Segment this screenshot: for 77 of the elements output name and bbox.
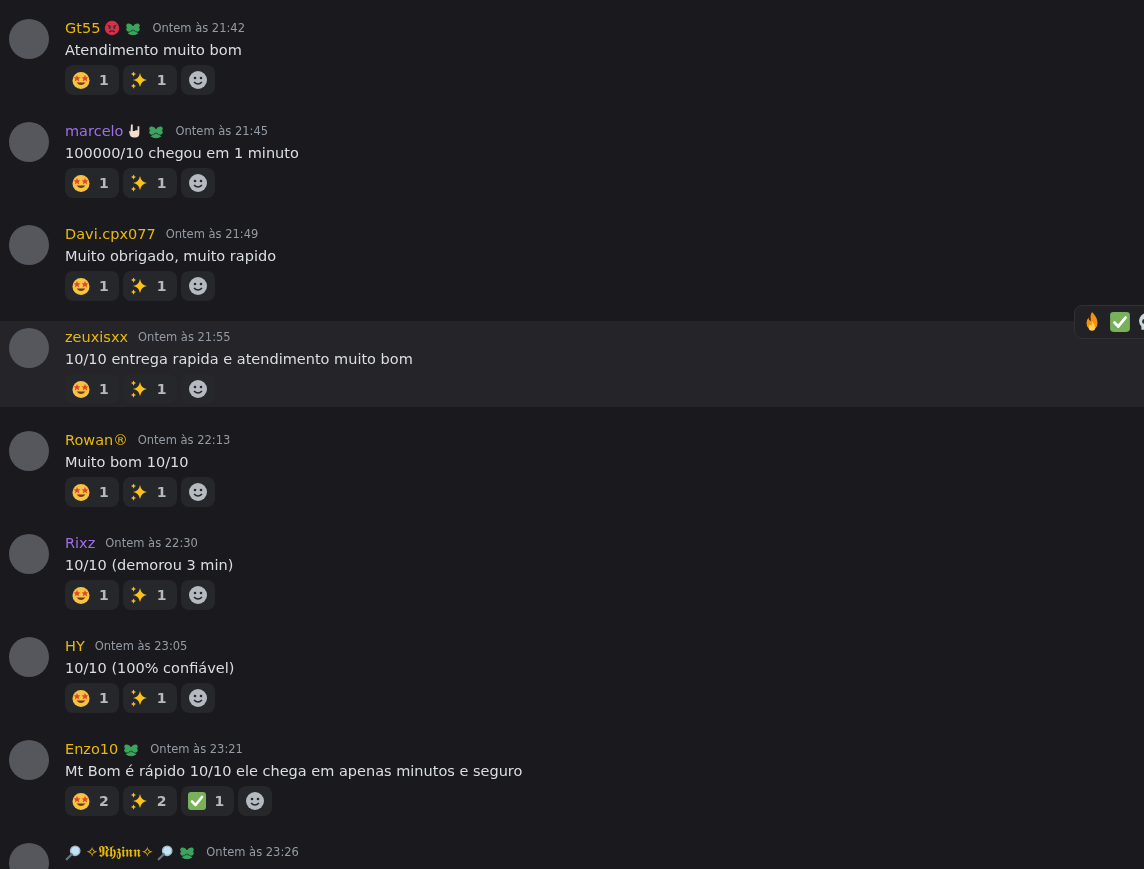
- add-reaction-button[interactable]: [180, 65, 215, 95]
- add-reaction-button[interactable]: [180, 580, 215, 610]
- star-eyes-face-icon: [71, 482, 91, 502]
- timestamp: Ontem às 21:55: [138, 330, 231, 344]
- reaction-button[interactable]: 1: [180, 786, 235, 816]
- avatar[interactable]: [9, 431, 49, 471]
- smiley-icon: [187, 482, 208, 502]
- reaction-button[interactable]: 1: [122, 271, 177, 301]
- timestamp: Ontem às 21:49: [165, 227, 259, 241]
- reaction-button[interactable]: 2: [122, 786, 177, 816]
- magnifier-icon: [65, 843, 82, 861]
- timestamp: Ontem às 22:30: [105, 536, 198, 550]
- avatar[interactable]: [9, 225, 49, 265]
- smiley-icon: [187, 585, 208, 605]
- avatar[interactable]: [9, 19, 49, 59]
- message-text: Muito bom 10/10: [65, 453, 190, 472]
- add-reaction-button[interactable]: [180, 271, 215, 301]
- message-text: Atendimento muito bom: [65, 41, 243, 60]
- reaction-button[interactable]: 1: [122, 580, 177, 610]
- username[interactable]: zeuxisxx: [65, 329, 129, 345]
- smiley-icon: [187, 688, 208, 708]
- message-text: Muito obrigado, muito rapido: [65, 247, 276, 266]
- quick-reaction-button[interactable]: [1109, 311, 1131, 333]
- angry-face-icon: [104, 20, 121, 36]
- star-eyes-face-icon: [71, 688, 91, 708]
- add-reaction-button[interactable]: [180, 168, 215, 198]
- avatar[interactable]: [9, 637, 49, 677]
- message-text: Mt Bom é rápido 10/10 ele chega em apenas minutos e seguro: [65, 762, 523, 781]
- avatar[interactable]: [9, 534, 49, 574]
- timestamp: Ontem às 21:42: [152, 21, 245, 35]
- star-eyes-face-icon: [71, 379, 91, 399]
- check-icon: [1109, 311, 1131, 333]
- timestamp: Ontem às 23:21: [150, 742, 243, 756]
- star-eyes-face-icon: [71, 585, 91, 605]
- reaction-button[interactable]: 1: [65, 580, 119, 610]
- smiley-icon: [187, 379, 208, 399]
- reaction-button[interactable]: 1: [122, 683, 177, 713]
- message-text: 10/10 entrega rapida e atendimento muito bom: [65, 350, 413, 369]
- reaction-button[interactable]: 1: [122, 477, 177, 507]
- smiley-icon: [245, 791, 266, 811]
- username[interactable]: Rixz: [65, 535, 96, 551]
- username[interactable]: marcelo: [65, 123, 124, 139]
- avatar[interactable]: [9, 122, 49, 162]
- star-eyes-face-icon: [71, 173, 91, 193]
- reaction-button[interactable]: 1: [65, 477, 119, 507]
- username[interactable]: Gt55: [65, 20, 101, 36]
- add-reaction-button[interactable]: [180, 477, 215, 507]
- reaction-button[interactable]: 2: [65, 786, 119, 816]
- reaction-button[interactable]: 1: [65, 65, 119, 95]
- reaction-button[interactable]: 1: [65, 271, 119, 301]
- reaction-button[interactable]: 1: [122, 65, 177, 95]
- timestamp: Ontem às 22:13: [137, 433, 231, 447]
- smiley-icon: [187, 173, 208, 193]
- timestamp: Ontem às 21:45: [175, 124, 269, 138]
- reaction-button[interactable]: 1: [65, 168, 119, 198]
- check-icon: [186, 791, 207, 811]
- magnifier-icon: [157, 843, 175, 861]
- reaction-button[interactable]: 1: [122, 168, 177, 198]
- add-reaction-button[interactable]: [238, 786, 273, 816]
- timestamp: Ontem às 23:05: [94, 639, 188, 653]
- message-text: 100000/10 chegou em 1 minuto: [65, 144, 299, 163]
- username[interactable]: Davi.cpx077: [65, 226, 156, 242]
- timestamp: Ontem às 23:26: [206, 845, 299, 859]
- star-eyes-face-icon: [71, 276, 91, 296]
- username[interactable]: Enzo10: [65, 741, 119, 757]
- username[interactable]: HY: [65, 638, 85, 654]
- avatar[interactable]: [9, 740, 49, 780]
- smiley-icon: [187, 70, 208, 90]
- username[interactable]: ✧𝕹𝖍𝖟𝖎𝖓𝖓✧: [86, 843, 154, 861]
- username[interactable]: Rowan®: [65, 432, 128, 448]
- message-text: 10/10 (100% confiável): [65, 659, 235, 678]
- star-eyes-face-icon: [71, 70, 91, 90]
- smiley-icon: [187, 276, 208, 296]
- add-reaction-button[interactable]: [180, 683, 215, 713]
- star-eyes-face-icon: [71, 791, 91, 811]
- message-text: 10/10 (demorou 3 min): [65, 556, 234, 575]
- reaction-button[interactable]: 1: [65, 683, 119, 713]
